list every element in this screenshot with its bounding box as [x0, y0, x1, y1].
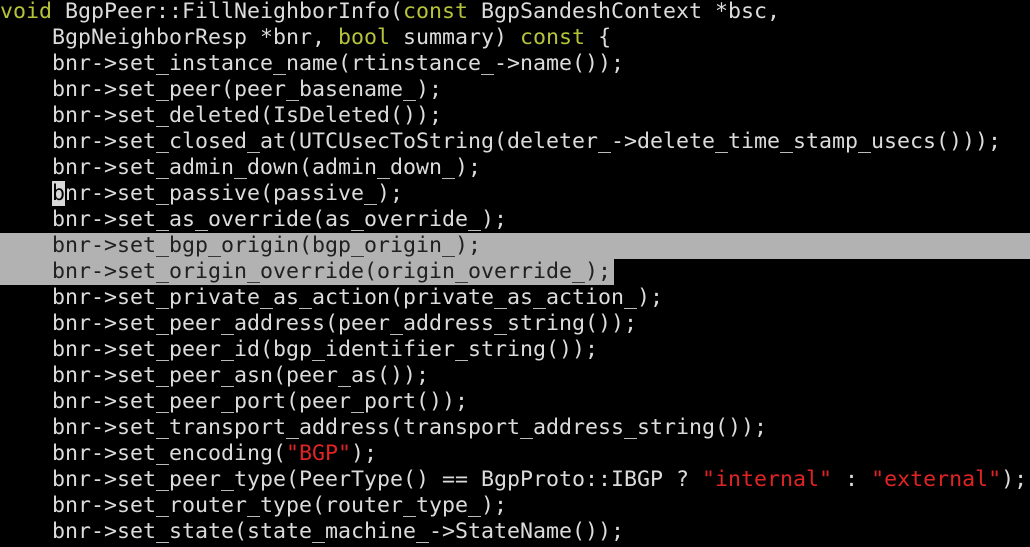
code-line[interactable]: bnr->set_peer_address(peer_address_strin… — [0, 311, 637, 337]
code-line[interactable]: BgpNeighborResp *bnr, bool summary) cons… — [0, 25, 611, 51]
keyword-token: bool — [338, 25, 391, 50]
text-cursor: b — [52, 181, 66, 206]
code-token: BgpNeighborResp *bnr, — [0, 25, 339, 50]
keyword-token: const — [520, 25, 586, 50]
code-token: bnr->set_instance_name(rtinstance_->name… — [0, 51, 625, 76]
code-editor[interactable]: void BgpPeer::FillNeighborInfo(const Bgp… — [0, 0, 1030, 547]
code-token: ); — [351, 441, 378, 466]
code-token: bnr->set_peer(peer_basename_); — [0, 77, 443, 102]
string-token: "internal" — [702, 467, 833, 492]
code-token: bnr->set_peer_asn(peer_as()); — [0, 363, 430, 388]
code-line[interactable]: bnr->set_peer(peer_basename_); — [0, 77, 442, 103]
code-line[interactable]: bnr->set_private_as_action(private_as_ac… — [0, 285, 663, 311]
code-token: bnr->set_peer_port(peer_port()); — [0, 389, 469, 414]
code-token: BgpSandeshContext *bsc, — [468, 0, 781, 24]
code-token: bnr->set_bgp_origin(bgp_origin_); — [0, 233, 482, 258]
code-line[interactable]: bnr->set_transport_address(transport_add… — [0, 415, 767, 441]
code-token: : — [832, 467, 872, 492]
code-line[interactable]: void BgpPeer::FillNeighborInfo(const Bgp… — [0, 0, 780, 25]
code-line[interactable]: bnr->set_deleted(IsDeleted()); — [0, 103, 442, 129]
code-token: bnr->set_peer_type(PeerType() == BgpProt… — [0, 467, 703, 492]
code-line[interactable]: bnr->set_peer_asn(peer_as()); — [0, 363, 429, 389]
code-line[interactable]: bnr->set_closed_at(UTCUsecToString(delet… — [0, 129, 1001, 155]
code-token: bnr->set_deleted(IsDeleted()); — [0, 103, 443, 128]
code-line[interactable]: bnr->set_bgp_origin(bgp_origin_); — [0, 233, 481, 259]
code-line[interactable]: bnr->set_state(state_machine_->StateName… — [0, 519, 624, 545]
code-line[interactable]: bnr->set_origin_override(origin_override… — [0, 259, 611, 285]
code-token: bnr->set_as_override(as_override_); — [0, 207, 508, 232]
keyword-token: const — [403, 0, 469, 24]
code-token: ); — [1001, 467, 1028, 492]
string-token: "BGP" — [286, 441, 352, 466]
code-line[interactable]: bnr->set_encoding("BGP"); — [0, 441, 377, 467]
code-line[interactable]: bnr->set_as_override(as_override_); — [0, 207, 507, 233]
code-line[interactable]: bnr->set_passive(passive_); — [0, 181, 403, 207]
code-line[interactable]: bnr->set_router_type(router_type_); — [0, 493, 507, 519]
keyword-token: void — [0, 0, 53, 24]
code-line[interactable]: bnr->set_instance_name(rtinstance_->name… — [0, 51, 624, 77]
code-token: bnr->set_state(state_machine_->StateName… — [0, 519, 625, 544]
code-line[interactable]: bnr->set_peer_id(bgp_identifier_string()… — [0, 337, 598, 363]
code-token: bnr->set_admin_down(admin_down_); — [0, 155, 482, 180]
code-token: bnr->set_encoding( — [0, 441, 287, 466]
code-token: { — [585, 25, 612, 50]
code-token: bnr->set_origin_override(origin_override… — [0, 259, 612, 284]
string-token: "external" — [871, 467, 1002, 492]
code-token: bnr->set_transport_address(transport_add… — [0, 415, 768, 440]
code-token: BgpPeer::FillNeighborInfo( — [52, 0, 404, 24]
code-line[interactable]: bnr->set_peer_type(PeerType() == BgpProt… — [0, 467, 1027, 493]
code-token: bnr->set_peer_address(peer_address_strin… — [0, 311, 638, 336]
code-token: bnr->set_router_type(router_type_); — [0, 493, 508, 518]
code-token: summary) — [390, 25, 521, 50]
code-line[interactable]: bnr->set_admin_down(admin_down_); — [0, 155, 481, 181]
code-token: bnr->set_closed_at(UTCUsecToString(delet… — [0, 129, 1002, 154]
code-token: bnr->set_peer_id(bgp_identifier_string()… — [0, 337, 599, 362]
code-token: nr->set_passive(passive_); — [65, 181, 404, 206]
code-token: bnr->set_private_as_action(private_as_ac… — [0, 285, 664, 310]
code-line[interactable]: bnr->set_peer_port(peer_port()); — [0, 389, 468, 415]
